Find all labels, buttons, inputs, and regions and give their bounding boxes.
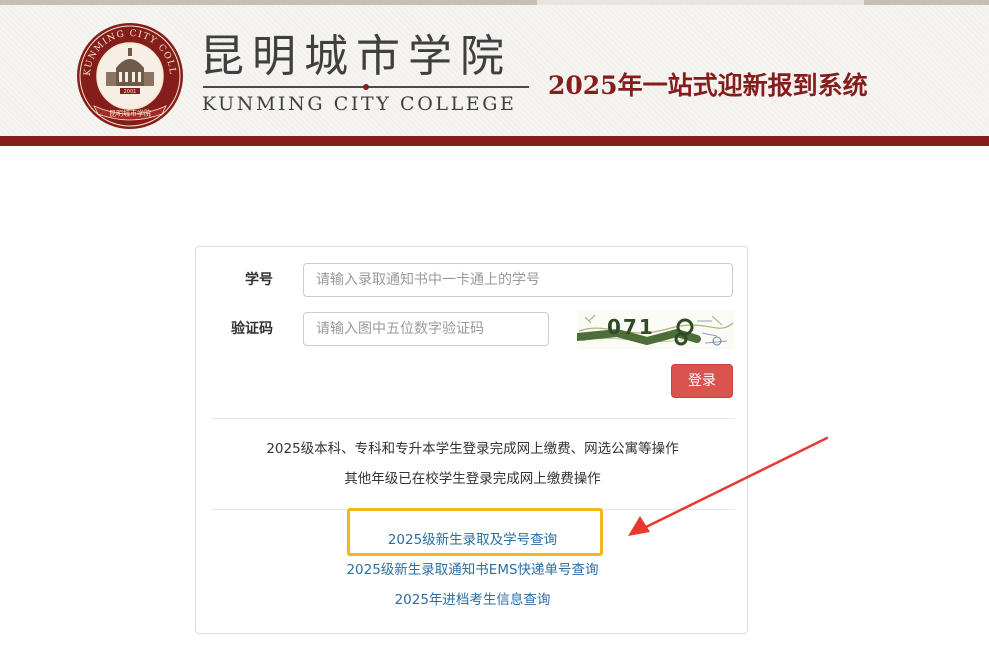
college-name-en: KUNMING CITY COLLEGE [202, 93, 517, 115]
captcha-text: 071 [607, 315, 655, 339]
ems-query-link[interactable]: 2025级新生录取通知书EMS快递单号查询 [196, 560, 749, 580]
captcha-label: 验证码 [231, 321, 273, 337]
captcha-input[interactable] [303, 312, 549, 346]
archive-query-link[interactable]: 2025年进档考生信息查询 [196, 590, 749, 610]
student-id-input[interactable] [303, 263, 733, 297]
header-divider [203, 84, 529, 90]
college-name-cn: 昆明城市学院 [200, 31, 512, 82]
captcha-image[interactable]: 071 [577, 311, 735, 349]
form-divider [211, 418, 734, 419]
annotation-arrow-icon [628, 436, 829, 536]
site-header: KUNMING CITY COLLEGE 2001 昆明城市学院 昆明城市学院 … [0, 5, 989, 136]
college-seal-icon: KUNMING CITY COLLEGE 2001 昆明城市学院 [76, 22, 183, 129]
system-title: 2025年一站式迎新报到系统 [548, 71, 868, 100]
login-button[interactable]: 登录 [671, 364, 733, 398]
student-id-label: 学号 [245, 272, 273, 288]
header-border [0, 136, 989, 146]
logo-year: 2001 [124, 89, 137, 95]
annotation-highlight-box [347, 508, 603, 556]
logo-banner-text: 昆明城市学院 [109, 109, 151, 118]
